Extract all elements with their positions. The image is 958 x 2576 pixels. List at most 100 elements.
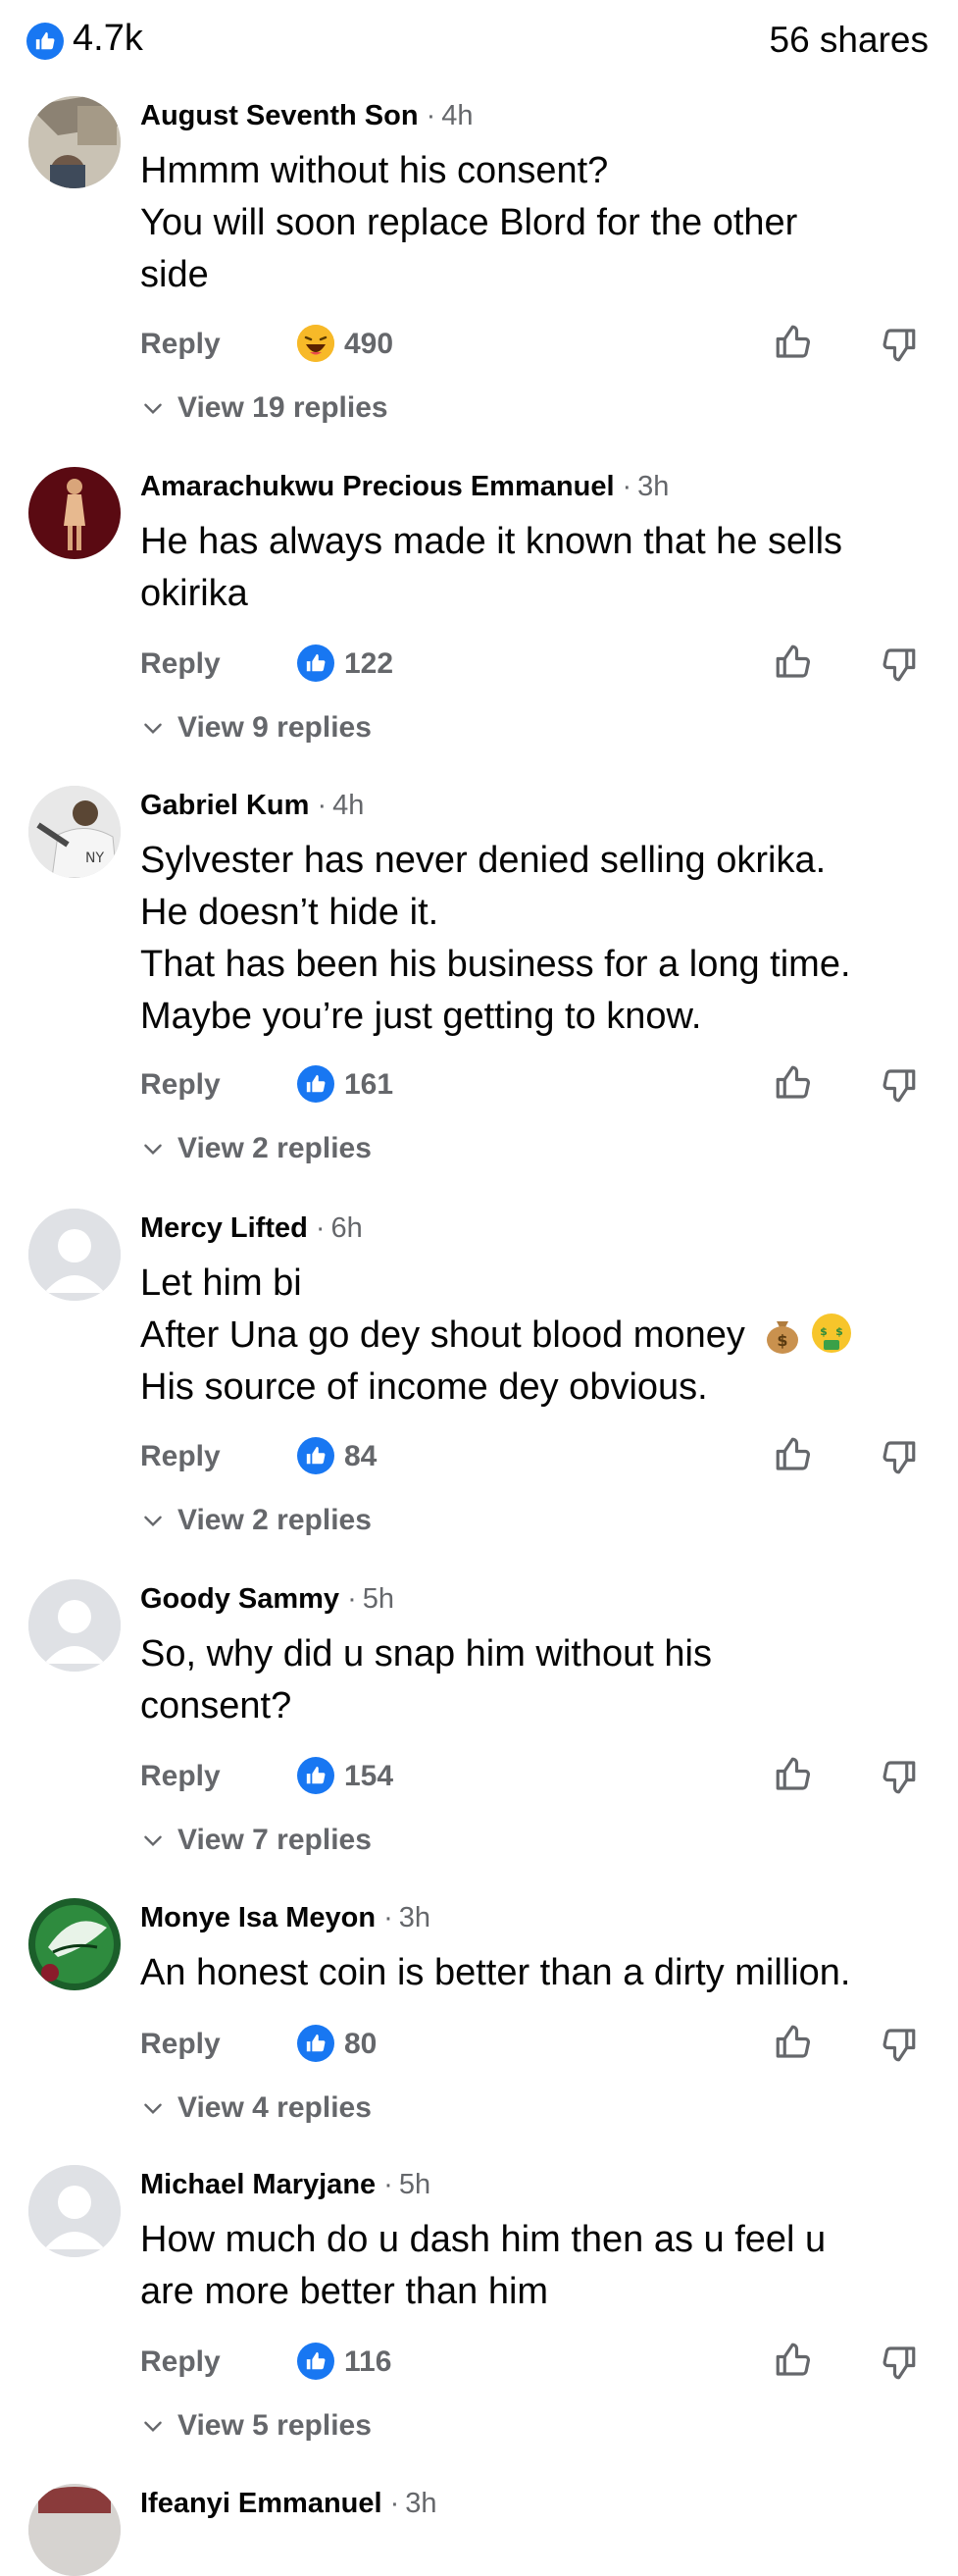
comment-author[interactable]: Mercy Lifted xyxy=(140,1212,308,1244)
comment-author[interactable]: Goody Sammy xyxy=(140,1583,339,1615)
reply-button[interactable]: Reply xyxy=(140,2345,221,2379)
like-icon[interactable] xyxy=(297,2343,334,2380)
view-replies-button[interactable]: View 2 replies xyxy=(140,1129,372,1168)
reply-button[interactable]: Reply xyxy=(140,1440,221,1473)
comment-author[interactable]: Gabriel Kum xyxy=(140,790,309,821)
comment-actions: Reply 161 xyxy=(140,1062,925,1111)
reaction-count[interactable]: 84 xyxy=(344,1440,377,1473)
comment-time: 3h xyxy=(637,471,670,502)
thumbs-down-icon[interactable] xyxy=(878,324,919,365)
reply-button[interactable]: Reply xyxy=(140,328,221,361)
thumbs-down-icon[interactable] xyxy=(878,2024,919,2065)
comment-author[interactable]: August Seventh Son xyxy=(140,100,419,131)
comment-line: How much do u dash him then as u feel u xyxy=(140,2219,827,2260)
comment-author[interactable]: Amarachukwu Precious Emmanuel xyxy=(140,471,615,502)
comment-line: consent? xyxy=(140,1685,292,1726)
view-replies-label: View 5 replies xyxy=(177,2409,372,2442)
reaction-count[interactable]: 490 xyxy=(344,328,393,361)
comment-body: So, why did u snap him without his conse… xyxy=(140,1628,925,1732)
default-avatar[interactable] xyxy=(28,2165,121,2257)
comment-line: His source of income dey obvious. xyxy=(140,1366,708,1408)
thumbs-up-icon[interactable] xyxy=(773,2022,814,2063)
money-bag-emoji: $ xyxy=(767,1321,799,1354)
view-replies-button[interactable]: View 19 replies xyxy=(140,388,388,428)
like-icon[interactable] xyxy=(297,1065,334,1103)
thumbs-down-icon[interactable] xyxy=(878,2342,919,2383)
svg-text:$: $ xyxy=(778,1331,788,1350)
reaction-count[interactable]: 80 xyxy=(344,2028,377,2061)
reaction-count[interactable]: 154 xyxy=(344,1760,393,1793)
reaction-count[interactable]: 161 xyxy=(344,1068,393,1102)
comment-actions: Reply 80 xyxy=(140,2022,925,2071)
separator-dot: · xyxy=(622,471,632,502)
reaction-count[interactable]: 122 xyxy=(344,647,393,681)
like-icon[interactable] xyxy=(297,1757,334,1794)
reply-button[interactable]: Reply xyxy=(140,2028,221,2061)
likes-count[interactable]: 4.7k xyxy=(73,18,143,60)
comment-author[interactable]: Ifeanyi Emmanuel xyxy=(140,2488,382,2519)
comment-line: Let him bi xyxy=(140,1262,302,1304)
comment-body: Sylvester has never denied selling okrik… xyxy=(140,835,925,1043)
comment-body: Let him bi After Una go dey shout blood … xyxy=(140,1258,925,1414)
comment-author[interactable]: Michael Maryjane xyxy=(140,2169,376,2200)
default-avatar[interactable] xyxy=(28,1579,121,1672)
like-icon[interactable] xyxy=(297,1437,334,1474)
separator-dot: · xyxy=(389,2488,400,2519)
comment-actions: Reply 116 xyxy=(140,2340,925,2389)
default-avatar[interactable] xyxy=(28,1209,121,1301)
view-replies-button[interactable]: View 2 replies xyxy=(140,1501,372,1540)
comment-actions: Reply 490 xyxy=(140,322,925,371)
chevron-down-icon xyxy=(144,1835,162,1847)
comment-time: 3h xyxy=(405,2488,437,2519)
thumbs-down-icon[interactable] xyxy=(878,1436,919,1477)
view-replies-label: View 9 replies xyxy=(177,711,372,744)
comment-line: side xyxy=(140,254,209,295)
comment-line: After Una go dey shout blood money xyxy=(140,1314,745,1356)
comment-body: An honest coin is better than a dirty mi… xyxy=(140,1947,925,1999)
svg-text:$: $ xyxy=(821,1325,829,1338)
view-replies-button[interactable]: View 7 replies xyxy=(140,1821,372,1860)
comment-line: So, why did u snap him without his xyxy=(140,1633,712,1674)
thumbs-up-icon[interactable] xyxy=(773,322,814,363)
thumbs-down-icon[interactable] xyxy=(878,644,919,685)
comment-body: How much do u dash him then as u feel u … xyxy=(140,2214,925,2318)
avatar[interactable] xyxy=(28,1898,121,1990)
avatar[interactable]: NY xyxy=(28,786,121,878)
chevron-down-icon xyxy=(144,403,162,415)
comment-time: 4h xyxy=(441,100,474,131)
chevron-down-icon xyxy=(144,1144,162,1156)
avatar[interactable] xyxy=(28,96,121,188)
svg-text:$: $ xyxy=(836,1325,844,1338)
thumbs-up-icon[interactable] xyxy=(773,1754,814,1795)
like-icon[interactable] xyxy=(297,2025,334,2062)
thumbs-up-icon[interactable] xyxy=(773,1062,814,1104)
thumbs-up-icon[interactable] xyxy=(773,2340,814,2381)
thumbs-up-icon[interactable] xyxy=(773,642,814,683)
reply-button[interactable]: Reply xyxy=(140,1068,221,1102)
view-replies-label: View 2 replies xyxy=(177,1132,372,1164)
reaction-count[interactable]: 116 xyxy=(344,2345,391,2379)
view-replies-button[interactable]: View 5 replies xyxy=(140,2406,372,2446)
thumbs-down-icon[interactable] xyxy=(878,1756,919,1797)
comment-line: An honest coin is better than a dirty mi… xyxy=(140,1952,851,1993)
like-icon[interactable] xyxy=(297,644,334,682)
view-replies-button[interactable]: View 9 replies xyxy=(140,708,372,747)
comment-line: okirika xyxy=(140,573,248,614)
thumbs-up-icon[interactable] xyxy=(773,1434,814,1475)
thumbs-down-icon[interactable] xyxy=(878,1064,919,1106)
avatar[interactable] xyxy=(28,467,121,559)
view-replies-button[interactable]: View 4 replies xyxy=(140,2088,372,2128)
svg-text:NY: NY xyxy=(85,850,104,866)
comment-actions: Reply 154 xyxy=(140,1754,925,1803)
reply-button[interactable]: Reply xyxy=(140,647,221,681)
haha-emoji-icon[interactable] xyxy=(297,325,334,362)
reply-button[interactable]: Reply xyxy=(140,1760,221,1793)
comment-line: Sylvester has never denied selling okrik… xyxy=(140,840,827,881)
shares-count[interactable]: 56 shares xyxy=(770,20,930,61)
comment-line: He has always made it known that he sell… xyxy=(140,521,843,562)
comment-author[interactable]: Monye Isa Meyon xyxy=(140,1902,376,1933)
separator-dot: · xyxy=(426,100,436,131)
like-badge-icon[interactable] xyxy=(26,23,64,60)
chevron-down-icon xyxy=(144,2103,162,2115)
avatar[interactable] xyxy=(28,2484,121,2576)
